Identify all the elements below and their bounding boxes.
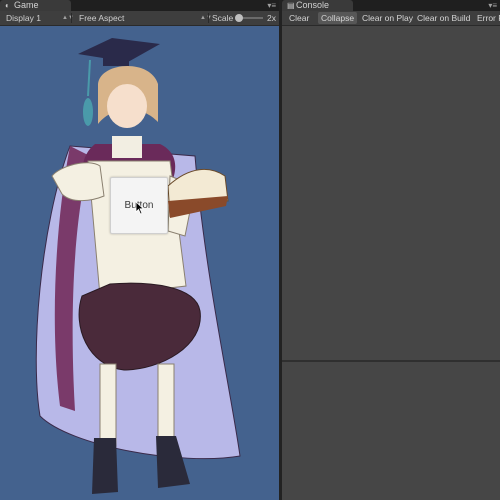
game-panel: ◐ Game ▾≡ Display 1 ▲▼ Free Aspect ▲▼ Sca…: [0, 0, 279, 500]
game-controller-icon: ◐: [5, 1, 10, 10]
game-tab-bar: ◐ Game ▾≡: [0, 0, 279, 11]
console-panel: ▤Console ▾≡ Clear Collapse Clear on Play…: [282, 0, 500, 500]
tab-game[interactable]: ◐ Game: [0, 0, 71, 11]
tassel: [83, 98, 93, 126]
character-illustration: [35, 38, 241, 494]
display-value: Display 1: [6, 13, 41, 23]
error-pause-button[interactable]: Error P: [474, 12, 500, 24]
aspect-dropdown[interactable]: Free Aspect ▲▼: [79, 11, 212, 25]
right-leg: [157, 363, 175, 447]
console-tab-bar: ▤Console ▾≡: [282, 0, 500, 11]
toolbar-divider: [71, 13, 72, 23]
left-boot: [92, 438, 118, 494]
collapse-button[interactable]: Collapse: [318, 12, 358, 24]
collar: [112, 136, 142, 158]
scale-value: 2x: [267, 13, 276, 23]
console-menu-icon[interactable]: ▾≡: [488, 0, 497, 11]
game-toolbar: Display 1 ▲▼ Free Aspect ▲▼ Scale 2x: [0, 11, 279, 26]
scale-label: Scale: [212, 13, 234, 23]
mouse-pointer-icon: [135, 201, 145, 215]
clear-on-play-button[interactable]: Clear on Play: [359, 12, 416, 24]
game-menu-icon[interactable]: ▾≡: [267, 0, 276, 11]
scale-slider-knob[interactable]: [235, 14, 243, 22]
console-toolbar: Clear Collapse Clear on Play Clear on Bu…: [282, 11, 500, 26]
chevron-down-icon: ▲▼: [200, 15, 212, 21]
left-leg: [99, 363, 117, 447]
toolbar-divider: [208, 13, 209, 23]
tab-console[interactable]: ▤Console: [282, 0, 353, 11]
tab-game-label: Game: [14, 0, 39, 10]
console-icon: ▤: [287, 1, 295, 10]
aspect-value: Free Aspect: [79, 13, 125, 23]
chevron-down-icon: ▲▼: [62, 15, 74, 21]
console-log-area[interactable]: [282, 26, 500, 500]
console-detail-splitter[interactable]: [282, 360, 500, 362]
tab-console-label: Console: [296, 0, 330, 10]
game-viewport[interactable]: Button: [0, 26, 279, 500]
face: [107, 84, 147, 128]
clear-on-build-button[interactable]: Clear on Build: [414, 12, 473, 24]
clear-button[interactable]: Clear: [286, 12, 312, 24]
display-dropdown[interactable]: Display 1 ▲▼: [6, 11, 74, 25]
